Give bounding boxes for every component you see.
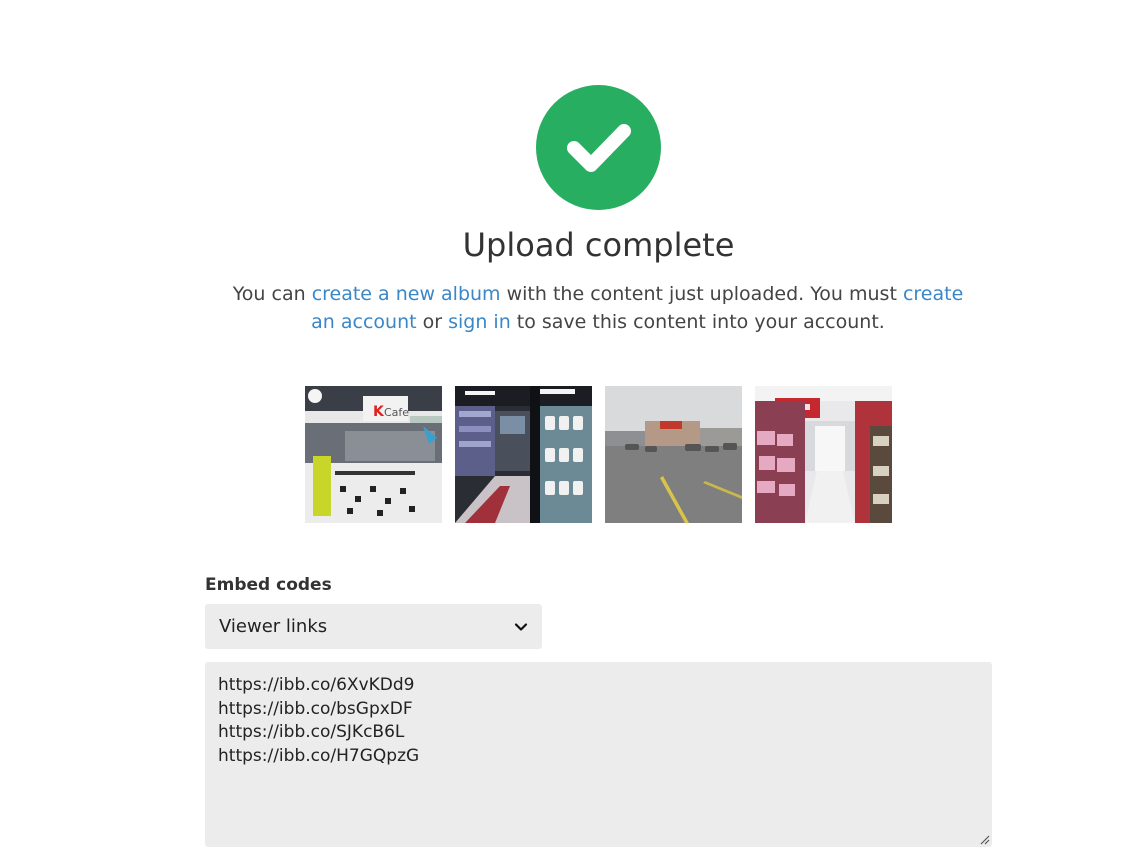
embed-link: https://ibb.co/SJKcB6L — [218, 722, 405, 742]
embed-codes-textarea[interactable]: https://ibb.co/6XvKDd9 https://ibb.co/bs… — [205, 662, 992, 847]
message-text: You can — [232, 283, 312, 305]
embed-type-selected: Viewer links — [219, 616, 328, 637]
create-album-link[interactable]: create a new album — [312, 283, 501, 305]
sign-in-link[interactable]: sign in — [448, 311, 511, 333]
resize-handle-icon[interactable] — [978, 833, 990, 845]
thumbnail-kmart-parking-lot[interactable] — [605, 386, 742, 523]
chevron-down-icon — [514, 622, 528, 631]
message-text: to save this content into your account. — [510, 311, 885, 333]
success-checkmark-icon — [536, 85, 661, 210]
embed-link: https://ibb.co/H7GQpzG — [218, 745, 420, 766]
page-title: Upload complete — [462, 226, 735, 264]
embed-link: https://ibb.co/bsGpxDF — [218, 698, 413, 719]
message-text: or — [416, 311, 449, 333]
embed-type-select[interactable]: Viewer links — [205, 604, 542, 649]
embed-codes-label: Embed codes — [205, 575, 332, 595]
upload-message: You can create a new album with the cont… — [218, 280, 978, 336]
thumbnail-store-aisle-freezer[interactable] — [455, 386, 592, 523]
embed-link: https://ibb.co/6XvKDd9 — [218, 675, 415, 695]
thumbnail-kcafe-store-interior[interactable]: K Cafe — [305, 386, 442, 523]
message-text: with the content just uploaded. You must — [500, 283, 903, 305]
thumbnail-store-toy-aisle[interactable] — [755, 386, 892, 523]
thumbnail-list: K Cafe — [305, 386, 892, 523]
svg-text:Cafe: Cafe — [384, 406, 409, 419]
upload-complete-page: Upload complete You can create a new alb… — [0, 0, 1147, 856]
